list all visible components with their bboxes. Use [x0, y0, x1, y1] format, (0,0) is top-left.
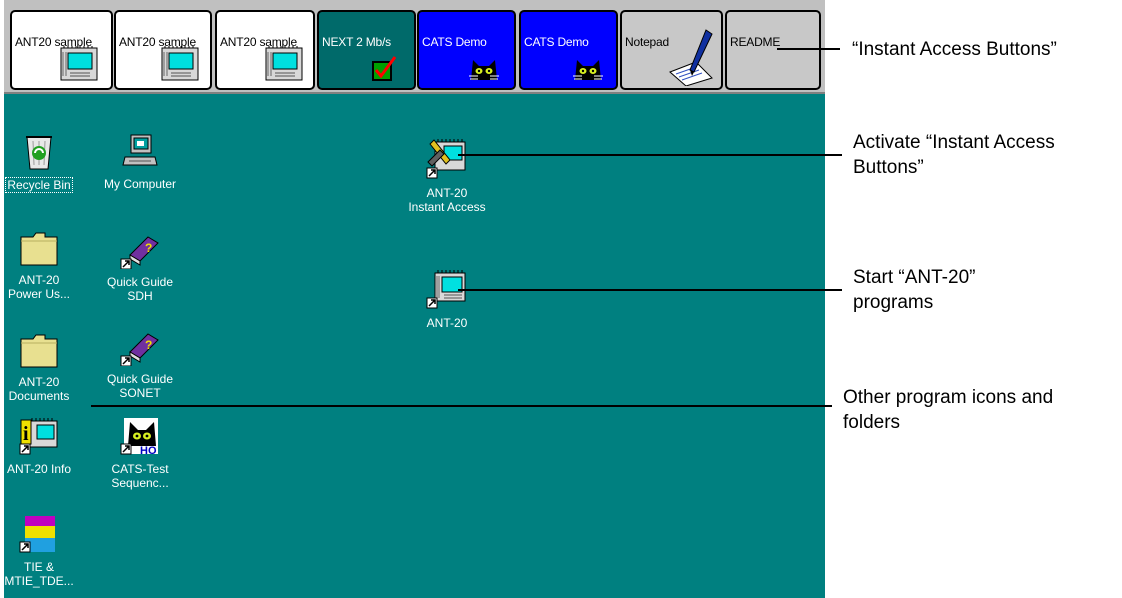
mtie-demo-icon — [19, 516, 55, 553]
desktop-icon-quick-guide-sonet[interactable]: ? Quick Guide SONET — [95, 330, 185, 400]
desktop-icon-label: ANT-20 Info — [6, 462, 72, 476]
desktop-screen: ANT20 sample ANT20 sample ANT20 sample N… — [4, 0, 825, 598]
toolbar-button-notepad[interactable]: Notepad — [620, 10, 723, 90]
desktop-icon-ant20-documents[interactable]: ANT-20 Documents — [0, 333, 84, 403]
recycle-bin-icon — [26, 136, 52, 170]
callout-activate-instant-access: Activate “Instant Access Buttons” — [853, 132, 1055, 178]
checkbox-checked-icon — [372, 56, 397, 81]
ant20-device-icon — [161, 46, 199, 81]
instant-access-toolbar: ANT20 sample ANT20 sample ANT20 sample N… — [4, 0, 825, 94]
help-book-icon: ? — [120, 236, 159, 269]
toolbar-button-next-2mbs[interactable]: NEXT 2 Mb/s — [317, 10, 416, 90]
desktop-icon-ant20[interactable]: ANT-20 — [402, 270, 492, 330]
desktop-icon-tie-mtie[interactable]: TIE & MTIE_TDE... — [0, 514, 84, 588]
callout-line-activate — [458, 154, 842, 156]
folder-icon — [20, 232, 58, 266]
toolbar-button-cats-demo-1[interactable]: CATS Demo — [417, 10, 516, 90]
toolbar-button-ant20-sample-2[interactable]: ANT20 sample — [114, 10, 212, 90]
svg-text:i: i — [23, 423, 29, 445]
notepad-pen-icon — [669, 29, 713, 86]
desktop-icon-label: Quick Guide SONET — [106, 372, 174, 400]
ant20-device-icon — [60, 46, 98, 81]
desktop-icon-cats-test-sequence[interactable]: HO CATS-Test Sequenc... — [95, 416, 185, 490]
desktop-icon-recycle-bin[interactable]: Recycle Bin — [0, 133, 84, 194]
desktop-icon-label: My Computer — [103, 177, 177, 191]
toolbar-button-label: NEXT 2 Mb/s — [322, 35, 391, 49]
cats-ho-icon: HO — [120, 418, 158, 456]
ant20-device-icon — [265, 46, 303, 81]
desktop-icon-label: ANT-20 Documents — [8, 375, 70, 403]
cat-icon — [573, 60, 603, 80]
toolbar-button-ant20-sample-3[interactable]: ANT20 sample — [215, 10, 315, 90]
desktop-icon-label: TIE & MTIE_TDE... — [4, 560, 74, 588]
svg-text:HO: HO — [140, 445, 157, 456]
toolbar-button-label: CATS Demo — [524, 35, 589, 49]
callout-other-programs: Other program icons and folders — [843, 387, 1054, 433]
toolbar-button-readme[interactable]: README — [725, 10, 821, 90]
instant-access-tool-icon — [426, 139, 466, 179]
callout-line-start-ant20 — [458, 289, 842, 291]
callout-start-ant20: Start “ANT-20” programs — [853, 267, 976, 313]
desktop-icon-label: ANT-20 Instant Access — [408, 186, 486, 214]
svg-text:?: ? — [145, 241, 152, 255]
folder-icon — [20, 334, 58, 368]
callout-instant-access-buttons: “Instant Access Buttons” — [852, 39, 1057, 60]
desktop-icon-ant20-instant-access[interactable]: ANT-20 Instant Access — [402, 138, 492, 214]
desktop-icon-label: ANT-20 — [426, 316, 468, 330]
computer-icon — [122, 134, 158, 166]
toolbar-button-label: CATS Demo — [422, 35, 487, 49]
cat-icon — [469, 60, 499, 80]
desktop-icon-label: ANT-20 Power Us... — [7, 273, 70, 301]
desktop-icon-ant20-power-users[interactable]: ANT-20 Power Us... — [0, 231, 84, 301]
help-book-icon: ? — [120, 333, 159, 366]
callout-line-instant-access-buttons — [777, 48, 840, 50]
desktop-icon-label: CATS-Test Sequenc... — [111, 462, 169, 490]
desktop-icon-my-computer[interactable]: My Computer — [95, 133, 185, 191]
toolbar-button-label: Notepad — [625, 35, 669, 49]
desktop-icon-label: Recycle Bin — [5, 177, 73, 193]
ant20-info-icon: i — [19, 418, 58, 455]
desktop-icon-quick-guide-sdh[interactable]: ? Quick Guide SDH — [95, 233, 185, 303]
callout-line-other-programs — [91, 405, 832, 407]
toolbar-button-ant20-sample-1[interactable]: ANT20 sample — [10, 10, 113, 90]
toolbar-button-label: README — [730, 35, 781, 49]
svg-text:?: ? — [145, 338, 152, 352]
desktop-icon-label: Quick Guide SDH — [106, 275, 174, 303]
desktop-icon-ant20-info[interactable]: i ANT-20 Info — [0, 418, 84, 476]
toolbar-button-cats-demo-2[interactable]: CATS Demo — [519, 10, 618, 90]
